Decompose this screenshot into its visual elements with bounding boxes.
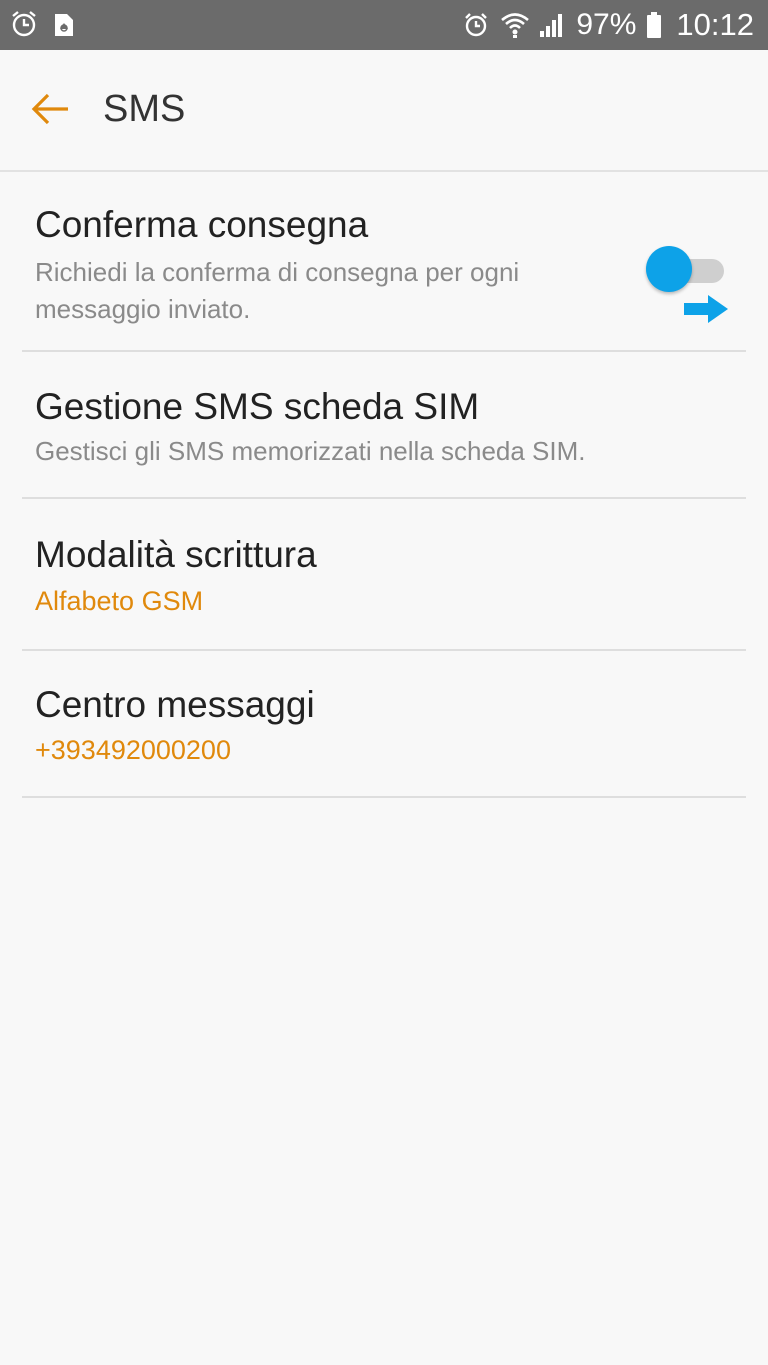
settings-list: Conferma consegna Richiedi la conferma d… <box>0 172 768 798</box>
setting-value: +393492000200 <box>35 735 231 765</box>
setting-subtitle: Gestisci gli SMS memorizzati nella sched… <box>35 436 586 466</box>
alarm-icon <box>462 11 490 39</box>
status-bar: 97% 10:12 <box>0 0 768 50</box>
right-arrow-icon <box>682 293 730 325</box>
wifi-icon <box>500 11 530 39</box>
recycle-notification-icon <box>52 10 80 38</box>
battery-percent: 97% <box>576 8 637 41</box>
setting-title: Modalità scrittura <box>35 534 317 575</box>
back-arrow-icon <box>30 92 70 131</box>
setting-title: Gestione SMS scheda SIM <box>35 386 480 427</box>
setting-sim-sms-management[interactable]: Gestione SMS scheda SIM Gestisci gli SMS… <box>22 352 746 499</box>
app-bar: SMS <box>0 50 768 172</box>
signal-icon <box>538 11 566 39</box>
delivery-confirmation-toggle[interactable] <box>646 246 728 292</box>
status-bar-left <box>10 10 80 38</box>
setting-delivery-confirmation[interactable]: Conferma consegna Richiedi la conferma d… <box>22 172 746 352</box>
setting-subtitle: Richiedi la conferma di consegna per ogn… <box>35 257 520 324</box>
setting-value: Alfabeto GSM <box>35 586 204 616</box>
setting-title: Conferma consegna <box>35 204 369 245</box>
status-time: 10:12 <box>676 7 754 42</box>
setting-message-center[interactable]: Centro messaggi +393492000200 <box>22 651 746 798</box>
alarm-icon <box>10 10 38 38</box>
setting-title: Centro messaggi <box>35 684 315 725</box>
toggle-thumb <box>646 246 692 292</box>
back-button[interactable] <box>24 86 76 136</box>
battery-icon <box>646 11 662 39</box>
setting-input-mode[interactable]: Modalità scrittura Alfabeto GSM <box>22 499 746 651</box>
page-title: SMS <box>103 88 186 130</box>
status-bar-right: 97% 10:12 <box>462 0 754 50</box>
